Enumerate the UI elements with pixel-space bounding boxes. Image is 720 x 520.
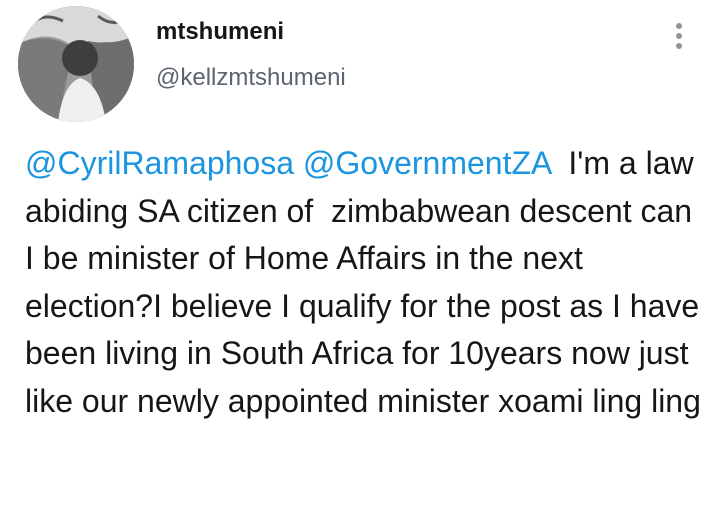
more-dot [676, 33, 682, 39]
avatar[interactable] [18, 6, 134, 122]
mention-link[interactable]: @GovernmentZA [303, 145, 551, 181]
display-name[interactable]: mtshumeni [156, 18, 284, 46]
more-vertical-icon[interactable] [666, 18, 692, 54]
profile-photo [18, 6, 134, 122]
mention-link[interactable]: @CyrilRamaphosa [25, 145, 294, 181]
more-dot [676, 43, 682, 49]
more-dot [676, 23, 682, 29]
tweet-body: I'm a law abiding SA citizen of zimbabwe… [25, 145, 709, 419]
user-handle[interactable]: @kellzmtshumeni [156, 64, 346, 92]
tweet-text: @CyrilRamaphosa @GovernmentZA I'm a law … [25, 140, 705, 425]
